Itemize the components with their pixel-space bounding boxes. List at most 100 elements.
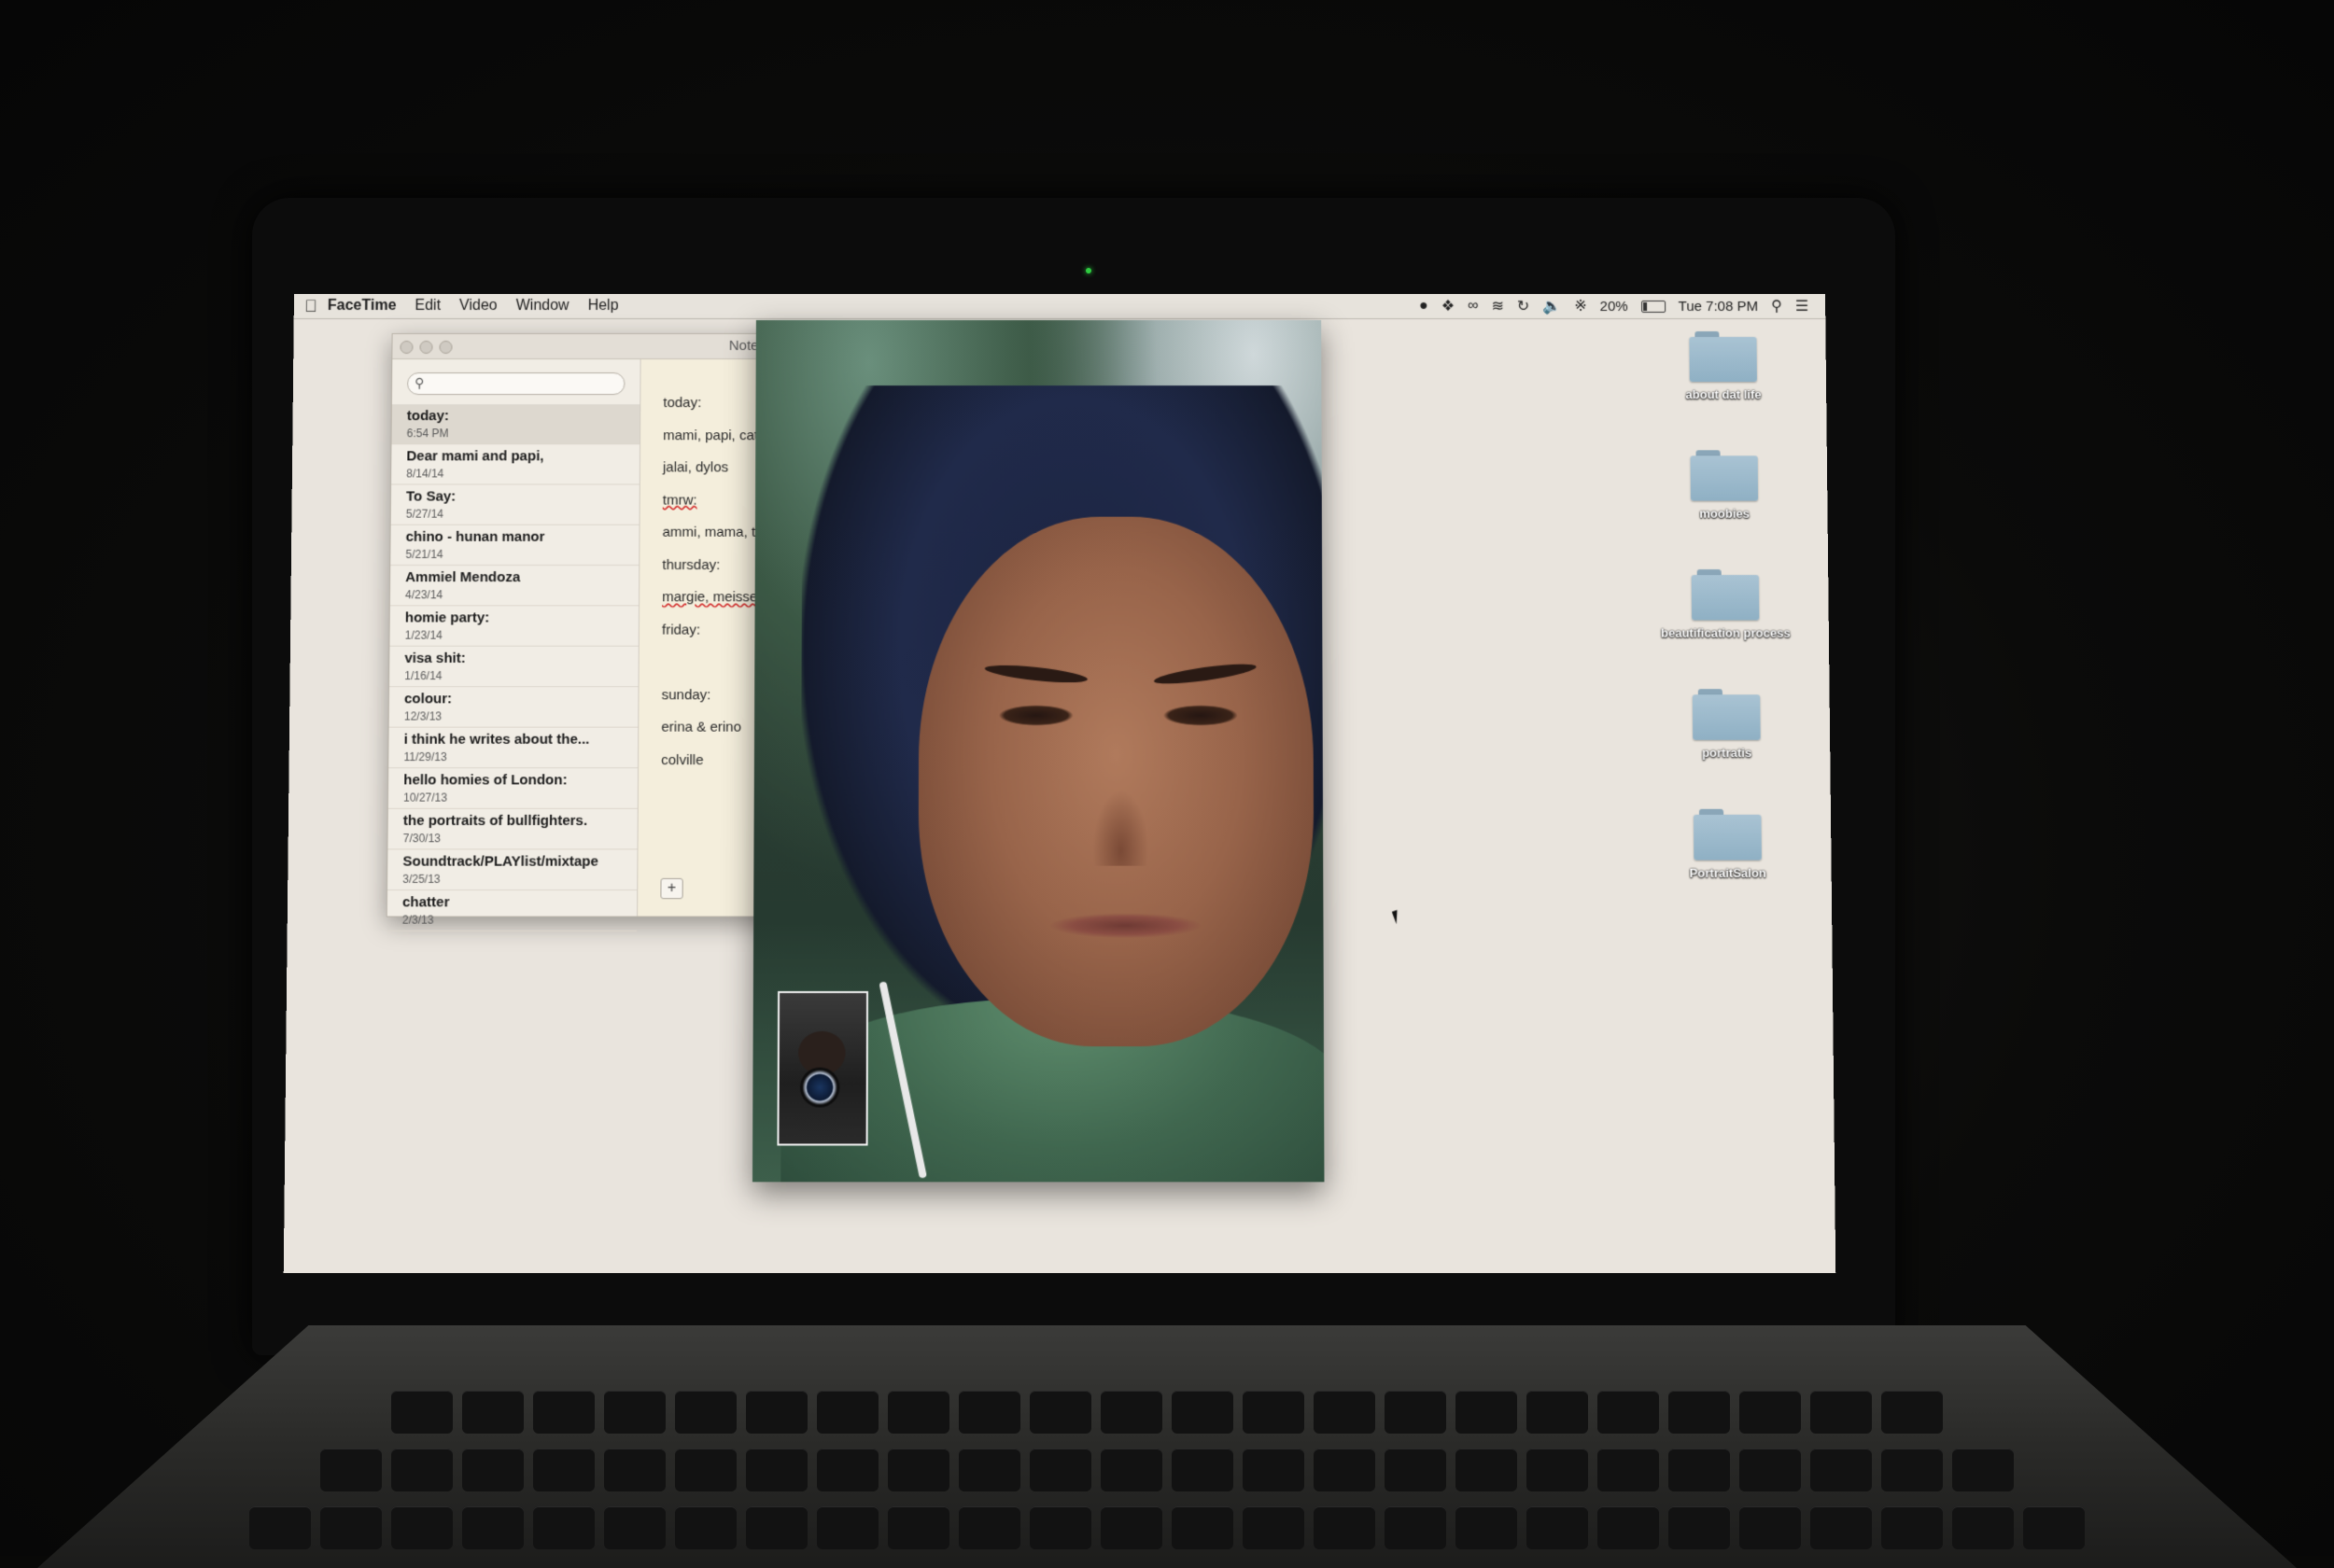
key	[391, 1449, 453, 1491]
desktop-folder[interactable]: PortraitSalon	[1662, 808, 1794, 880]
list-item[interactable]: Soundtrack/PLAYlist/mixtape 3/25/13	[387, 849, 638, 891]
key	[888, 1391, 949, 1434]
note-title: i think he writes about the...	[403, 731, 590, 748]
menu-edit[interactable]: Edit	[415, 298, 441, 315]
speaker-icon[interactable]: 🔈	[1542, 297, 1561, 315]
time-machine-icon[interactable]: ↻	[1517, 297, 1530, 315]
key	[888, 1449, 949, 1491]
list-item[interactable]: colour: 12/3/13	[388, 687, 639, 728]
key	[462, 1506, 524, 1549]
key	[604, 1449, 666, 1491]
eyebrow	[984, 662, 1089, 686]
list-item[interactable]: Ammiel Mendoza 4/23/14	[389, 566, 640, 607]
note-title: homie party:	[404, 609, 490, 626]
list-item[interactable]: homie party: 1/23/14	[389, 606, 640, 647]
desktop-folder[interactable]: about dat life	[1657, 331, 1789, 401]
folder-label: portratis	[1701, 745, 1752, 761]
self-view-preview[interactable]	[777, 990, 869, 1146]
list-item[interactable]: visa shit: 1/16/14	[389, 646, 639, 688]
desktop-folder[interactable]: portratis	[1661, 689, 1793, 760]
key	[604, 1391, 666, 1434]
note-title: today:	[406, 408, 449, 425]
desktop-folder[interactable]: moobies	[1658, 450, 1790, 521]
key	[1739, 1449, 1801, 1491]
note-date: 2/3/13	[401, 913, 434, 927]
list-item[interactable]: i think he writes about the... 11/29/13	[388, 727, 639, 769]
battery-icon[interactable]	[1640, 300, 1666, 313]
eye	[1162, 705, 1239, 726]
list-item[interactable]: chatter 2/3/13	[387, 890, 638, 931]
note-date: 4/23/14	[404, 588, 443, 602]
menu-video[interactable]: Video	[459, 298, 498, 315]
minimize-button[interactable]	[419, 341, 433, 355]
status-area: ● ❖ ∞ ≋ ↻ 🔈 ※ 20% Tue 7:08 PM ⚲ ☰	[1419, 294, 1808, 318]
key	[675, 1449, 737, 1491]
list-item[interactable]: chino - hunan manor 5/21/14	[390, 525, 640, 567]
key	[320, 1449, 382, 1491]
folder-icon	[1691, 569, 1760, 621]
key-row	[37, 1506, 2297, 1549]
key	[1030, 1449, 1091, 1491]
wifi-icon[interactable]: ≋	[1491, 297, 1504, 315]
note-date: 8/14/14	[406, 467, 444, 481]
add-note-button[interactable]: +	[660, 877, 683, 900]
list-item[interactable]: hello homies of London: 10/27/13	[387, 768, 639, 809]
note-title: Soundtrack/PLAYlist/mixtape	[402, 853, 598, 870]
note-date: 1/23/14	[404, 628, 443, 642]
key	[1172, 1449, 1233, 1491]
note-date: 5/27/14	[405, 507, 444, 521]
nose	[1092, 790, 1149, 866]
key	[2023, 1506, 2085, 1549]
folder-label: moobies	[1699, 506, 1750, 521]
close-button[interactable]	[400, 341, 414, 355]
key	[1597, 1506, 1659, 1549]
dropbox-icon[interactable]: ❖	[1441, 297, 1455, 315]
skype-icon[interactable]: ●	[1419, 298, 1428, 315]
folder-icon	[1689, 331, 1757, 383]
menu-app-name[interactable]: FaceTime	[328, 298, 397, 315]
key	[817, 1506, 879, 1549]
key	[1172, 1506, 1233, 1549]
menu-window[interactable]: Window	[516, 298, 569, 315]
notification-center-icon[interactable]: ☰	[1795, 297, 1809, 315]
key	[1030, 1506, 1091, 1549]
key	[1314, 1506, 1375, 1549]
facetime-video-window[interactable]	[752, 320, 1325, 1183]
folder-icon	[1692, 689, 1761, 740]
key	[959, 1506, 1020, 1549]
key	[675, 1506, 737, 1549]
bluetooth-icon[interactable]: ※	[1574, 297, 1587, 315]
key	[1243, 1391, 1304, 1434]
key	[391, 1506, 453, 1549]
key	[959, 1391, 1020, 1434]
key	[604, 1506, 666, 1549]
key	[675, 1391, 737, 1434]
menu-clock[interactable]: Tue 7:08 PM	[1679, 298, 1758, 314]
creative-cloud-icon[interactable]: ∞	[1468, 298, 1479, 315]
list-item[interactable]: Dear mami and papi, 8/14/14	[391, 444, 640, 485]
apple-logo-icon[interactable]: 	[294, 296, 328, 315]
list-item[interactable]: today: 6:54 PM	[391, 404, 640, 445]
desktop-folder[interactable]: beautification process	[1659, 569, 1791, 640]
key	[533, 1506, 595, 1549]
key	[1597, 1391, 1659, 1434]
list-item[interactable]: the portraits of bullfighters. 7/30/13	[387, 808, 638, 850]
key	[1952, 1449, 2014, 1491]
note-date: 6:54 PM	[406, 427, 449, 441]
keyboard-deck	[37, 1325, 2297, 1568]
spotlight-icon[interactable]: ⚲	[1771, 297, 1782, 315]
key	[1881, 1449, 1943, 1491]
menu-help[interactable]: Help	[588, 298, 619, 315]
note-date: 10/27/13	[403, 791, 448, 805]
notes-search-input[interactable]: ⚲	[407, 372, 626, 396]
key-row	[37, 1449, 2297, 1491]
folder-label: PortraitSalon	[1689, 865, 1766, 880]
key	[1101, 1391, 1162, 1434]
key	[1385, 1449, 1446, 1491]
key	[533, 1391, 595, 1434]
key	[817, 1449, 879, 1491]
zoom-button[interactable]	[439, 341, 453, 355]
eyebrow	[1153, 660, 1258, 688]
list-item[interactable]: To Say: 5/27/14	[390, 484, 640, 525]
notes-list: ⚲ today: 6:54 PM Dear mami and papi, 8/1…	[387, 359, 641, 931]
